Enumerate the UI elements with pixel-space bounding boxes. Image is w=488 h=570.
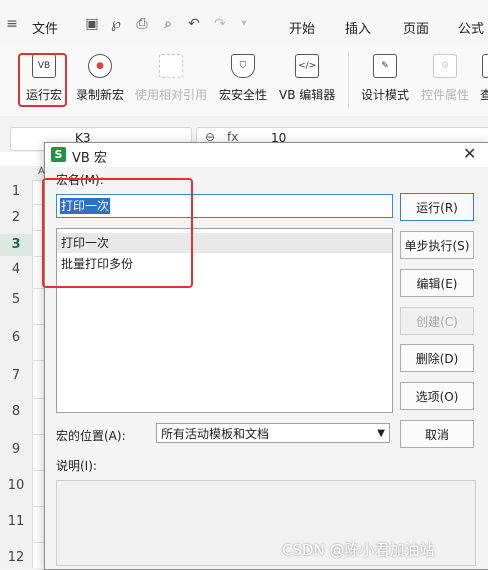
- close-icon[interactable]: ✕: [463, 144, 476, 163]
- control-properties-icon: ⚙: [433, 54, 457, 78]
- row-header[interactable]: 1: [0, 184, 32, 199]
- relative-reference-button[interactable]: 使用相对引用: [135, 54, 207, 103]
- control-properties-label: 控件属性: [421, 88, 469, 102]
- print-icon[interactable]: ⎙: [134, 16, 150, 32]
- options-button[interactable]: 选项(O): [400, 382, 474, 410]
- delete-button[interactable]: 删除(D): [400, 344, 474, 372]
- design-mode-label: 设计模式: [361, 88, 409, 102]
- dialog-title: VB 宏: [72, 147, 107, 166]
- ribbon-toolbar: VB 运行宏 ● 录制新宏 使用相对引用 ⛉ 宏安全性 </> VB 编辑器 ✎…: [0, 44, 488, 116]
- row-header[interactable]: 11: [0, 514, 32, 529]
- create-button[interactable]: 创建(C): [400, 307, 474, 335]
- dialog-titlebar[interactable]: S VB 宏 ✕: [45, 143, 488, 167]
- step-into-button[interactable]: 单步执行(S): [400, 231, 474, 259]
- row-header[interactable]: 8: [0, 404, 32, 419]
- export-pdf-icon[interactable]: ℘: [108, 16, 124, 32]
- tab-formula[interactable]: 公式: [458, 18, 484, 37]
- macro-location-value: 所有活动模板和文档: [161, 427, 269, 441]
- macro-security-label: 宏安全性: [219, 88, 267, 102]
- menu-bar: ≡ 文件 ▣ ℘ ⎙ ⌕ ↶ ↷ ▾ 开始 插入 页面 公式: [0, 0, 488, 44]
- code-editor-icon: </>: [295, 54, 319, 78]
- edit-button[interactable]: 编辑(E): [400, 269, 474, 297]
- view-code-label: 查: [480, 88, 488, 102]
- chevron-down-icon: ▼: [377, 424, 385, 444]
- record-macro-button[interactable]: ● 录制新宏: [76, 54, 124, 103]
- row-header[interactable]: 12: [0, 550, 32, 565]
- row-header[interactable]: 4: [0, 262, 32, 277]
- shield-icon: ⛉: [231, 54, 255, 78]
- menu-hamburger-icon[interactable]: ≡: [4, 16, 20, 32]
- row-header[interactable]: 7: [0, 368, 32, 383]
- menu-file[interactable]: 文件: [32, 18, 58, 37]
- control-properties-button[interactable]: ⚙ 控件属性: [421, 54, 469, 103]
- tab-home[interactable]: 开始: [289, 18, 315, 37]
- macro-location-label: 宏的位置(A):: [56, 427, 126, 444]
- cancel-button[interactable]: 取消: [400, 420, 474, 448]
- print-preview-icon[interactable]: ⌕: [160, 16, 176, 32]
- annotation-run-macro-highlight: [18, 53, 67, 107]
- vb-editor-label: VB 编辑器: [279, 88, 335, 102]
- row-header[interactable]: 10: [0, 478, 32, 493]
- row-headers: 1 2 3 4 5 6 7 8 9 10 11 12: [0, 180, 33, 568]
- ribbon-divider: [348, 52, 349, 108]
- undo-icon[interactable]: ↶: [186, 16, 202, 32]
- macro-security-button[interactable]: ⛉ 宏安全性: [219, 54, 267, 103]
- redo-icon[interactable]: ↷: [212, 16, 228, 32]
- wps-spreadsheet-icon: S: [51, 147, 66, 162]
- row-header[interactable]: 9: [0, 442, 32, 457]
- view-code-icon: [482, 54, 488, 78]
- record-icon: ●: [88, 54, 112, 78]
- design-mode-button[interactable]: ✎ 设计模式: [361, 54, 409, 103]
- redo-dropdown-icon[interactable]: ▾: [236, 16, 252, 32]
- macro-location-select[interactable]: 所有活动模板和文档 ▼: [156, 423, 390, 443]
- row-header[interactable]: 2: [0, 210, 32, 225]
- run-button[interactable]: 运行(R): [400, 193, 474, 221]
- view-code-button[interactable]: 查: [480, 54, 488, 103]
- description-label: 说明(I):: [56, 457, 97, 474]
- row-header-active[interactable]: 3: [0, 234, 32, 256]
- save-icon[interactable]: ▣: [84, 16, 100, 32]
- vb-editor-button[interactable]: </> VB 编辑器: [279, 54, 335, 103]
- tab-insert[interactable]: 插入: [345, 18, 371, 37]
- relative-reference-label: 使用相对引用: [135, 88, 207, 102]
- annotation-macro-list-highlight: [42, 178, 193, 288]
- row-header[interactable]: 5: [0, 292, 32, 307]
- relative-reference-icon: [159, 54, 183, 78]
- tab-page[interactable]: 页面: [403, 18, 429, 37]
- design-mode-icon: ✎: [373, 54, 397, 78]
- record-macro-label: 录制新宏: [76, 88, 124, 102]
- row-header[interactable]: 6: [0, 330, 32, 345]
- watermark: CSDN @陈小君加油站: [282, 539, 435, 560]
